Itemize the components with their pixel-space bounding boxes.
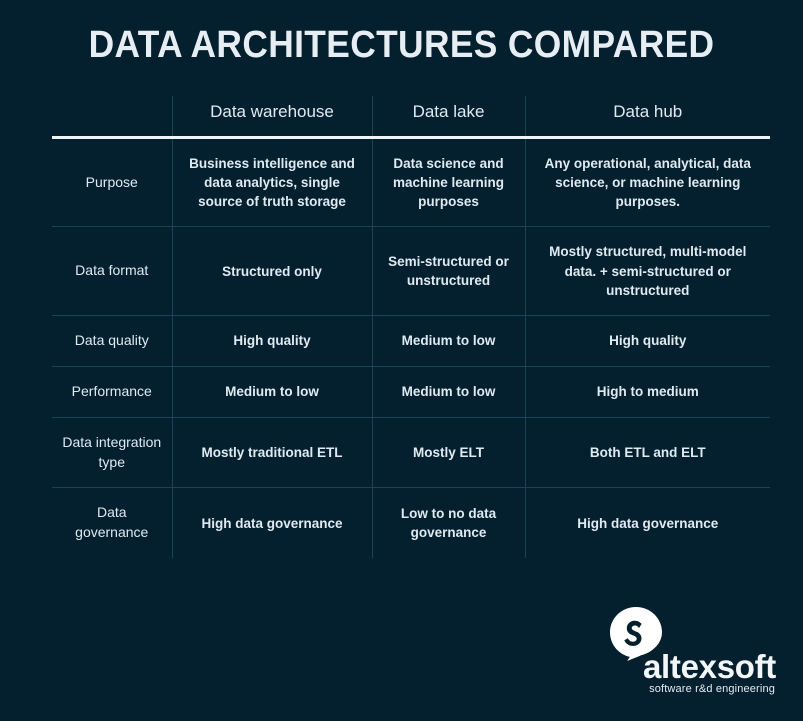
row-label-data-integration-type: Data integration type: [52, 417, 172, 489]
column-header-data-lake: Data lake: [371, 96, 525, 138]
cell-data-format-data-hub: Mostly structured, multi-model data. + s…: [524, 226, 770, 316]
cell-data-format-data-warehouse: Structured only: [171, 226, 372, 316]
cell-data-governance-data-warehouse: High data governance: [171, 487, 372, 559]
cell-performance-data-lake: Medium to low: [371, 366, 525, 418]
page-title: DATA ARCHITECTURES COMPARED: [88, 24, 715, 66]
table-row: Performance Medium to low Medium to low …: [52, 366, 770, 418]
table-header-corner: [52, 96, 172, 138]
cell-data-governance-data-lake: Low to no data governance: [371, 487, 525, 559]
column-header-data-warehouse: Data warehouse: [171, 96, 372, 138]
row-label-data-governance: Data governance: [75, 504, 149, 541]
table-row: Data governance High data governance Low…: [52, 487, 770, 559]
comparison-table: Data warehouse Data lake Data hub Purpos…: [52, 96, 770, 559]
table-header-row: Data warehouse Data lake Data hub: [52, 96, 770, 138]
row-label-data-format: Data format: [52, 226, 172, 316]
row-label-data-quality: Data quality: [52, 315, 172, 367]
cell-data-format-data-lake: Semi-structured or unstructured: [371, 226, 525, 316]
table-body: Purpose Business intelligence and data a…: [52, 137, 770, 559]
cell-data-integration-type-data-warehouse: Mostly traditional ETL: [171, 417, 372, 489]
cell-data-integration-type-data-lake: Mostly ELT: [371, 417, 525, 489]
cell-purpose-data-warehouse: Business intelligence and data analytics…: [171, 137, 372, 228]
cell-purpose-data-hub: Any operational, analytical, data scienc…: [524, 137, 770, 228]
cell-performance-data-warehouse: Medium to low: [171, 366, 372, 418]
altexsoft-tagline: software r&d engineering: [649, 683, 775, 695]
row-label-performance: Performance: [52, 366, 172, 418]
altexsoft-logo: altexsoft software r&d engineering: [596, 606, 776, 702]
cell-performance-data-hub: High to medium: [524, 366, 770, 418]
column-header-data-hub: Data hub: [524, 96, 770, 138]
cell-data-integration-type-data-hub: Both ETL and ELT: [524, 417, 770, 489]
table-row: Data integration type Mostly traditional…: [52, 417, 770, 489]
table-row: Data format Structured only Semi-structu…: [52, 226, 770, 316]
altexsoft-wordmark: altexsoft: [642, 648, 776, 685]
cell-data-quality-data-warehouse: High quality: [171, 315, 372, 367]
table-row: Data quality High quality Medium to low …: [52, 315, 770, 367]
cell-data-governance-data-hub: High data governance: [524, 487, 770, 559]
cell-purpose-data-lake: Data science and machine learning purpos…: [371, 137, 525, 228]
cell-data-quality-data-lake: Medium to low: [371, 315, 525, 367]
row-label-purpose: Purpose: [52, 137, 172, 228]
comparison-table-container: Data warehouse Data lake Data hub Purpos…: [52, 96, 770, 559]
cell-data-quality-data-hub: High quality: [524, 315, 770, 367]
table-row: Purpose Business intelligence and data a…: [52, 137, 770, 228]
table-header: Data warehouse Data lake Data hub: [52, 96, 770, 138]
